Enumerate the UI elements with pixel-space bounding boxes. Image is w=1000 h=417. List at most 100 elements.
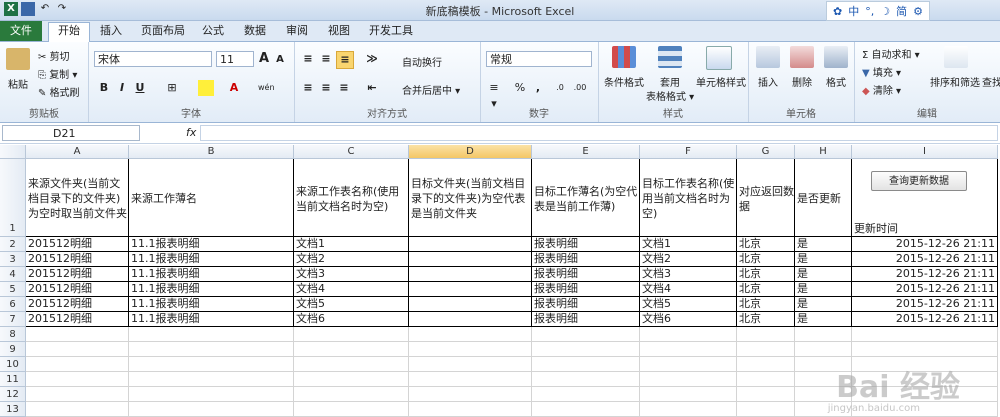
empty-cell[interactable] [795, 342, 852, 357]
data-cell[interactable]: 2015-12-26 21:11 [852, 312, 998, 327]
header-cell[interactable]: 目标文件夹(当前文档目录下的文件夹)为空代表是当前文件夹 [409, 159, 532, 237]
empty-cell[interactable] [852, 342, 998, 357]
column-header-c[interactable]: C [294, 145, 409, 159]
query-update-button[interactable]: 查询更新数据 [871, 171, 967, 191]
data-cell[interactable]: 2015-12-26 21:11 [852, 237, 998, 252]
empty-cell[interactable] [294, 402, 409, 417]
copy-button[interactable]: ⎘ 复制 ▾ [38, 66, 77, 81]
currency-icon[interactable]: ≡ ▾ [486, 80, 502, 110]
data-cell[interactable]: 11.1报表明细 [129, 312, 294, 327]
header-cell[interactable]: 目标工作表名称(使用当前文档名时为空) [640, 159, 737, 237]
increase-decimal-icon[interactable]: .0 [552, 80, 568, 96]
column-header-b[interactable]: B [129, 145, 294, 159]
column-header-f[interactable]: F [640, 145, 737, 159]
tab-page-layout[interactable]: 页面布局 [138, 23, 188, 39]
format-table-label[interactable]: 套用 [660, 74, 680, 89]
italic-button[interactable]: I [114, 80, 130, 96]
data-cell[interactable] [409, 282, 532, 297]
ime-item[interactable]: 中 [848, 3, 859, 19]
empty-cell[interactable] [129, 372, 294, 387]
data-cell[interactable]: 是 [795, 267, 852, 282]
format-table-button[interactable]: 表格格式 ▾ [646, 88, 694, 103]
paste-icon[interactable] [6, 48, 30, 70]
empty-cell[interactable] [852, 327, 998, 342]
tab-file[interactable]: 文件 [0, 21, 42, 41]
empty-cell[interactable] [640, 357, 737, 372]
grow-font-button[interactable]: A [256, 51, 272, 67]
empty-cell[interactable] [737, 402, 795, 417]
row-header[interactable]: 3 [0, 252, 26, 267]
empty-cell[interactable] [26, 387, 129, 402]
empty-cell[interactable] [294, 387, 409, 402]
cell-styles-icon[interactable] [706, 46, 732, 70]
empty-cell[interactable] [129, 342, 294, 357]
empty-cell[interactable] [409, 372, 532, 387]
data-cell[interactable]: 2015-12-26 21:11 [852, 297, 998, 312]
shrink-font-button[interactable]: A [272, 52, 288, 68]
row-header[interactable]: 10 [0, 357, 26, 372]
empty-cell[interactable] [737, 342, 795, 357]
row-header[interactable]: 9 [0, 342, 26, 357]
data-cell[interactable]: 文档1 [294, 237, 409, 252]
cell-styles-button[interactable]: 单元格样式 [696, 74, 746, 89]
data-cell[interactable]: 北京 [737, 252, 795, 267]
conditional-format-button[interactable]: 条件格式 [604, 74, 644, 89]
data-cell[interactable]: 报表明细 [532, 282, 640, 297]
data-cell[interactable] [409, 267, 532, 282]
data-cell[interactable]: 201512明细 [26, 312, 129, 327]
row-header[interactable]: 4 [0, 267, 26, 282]
data-cell[interactable]: 报表明细 [532, 252, 640, 267]
empty-cell[interactable] [409, 387, 532, 402]
delete-cells-button[interactable]: 删除 [792, 74, 812, 89]
row-header[interactable]: 13 [0, 402, 26, 417]
empty-cell[interactable] [129, 357, 294, 372]
conditional-format-icon[interactable] [612, 46, 636, 68]
data-cell[interactable]: 11.1报表明细 [129, 252, 294, 267]
empty-cell[interactable] [26, 342, 129, 357]
data-cell[interactable]: 北京 [737, 267, 795, 282]
empty-cell[interactable] [640, 402, 737, 417]
tab-home[interactable]: 开始 [48, 22, 90, 42]
data-cell[interactable]: 文档3 [294, 267, 409, 282]
ime-toolbar[interactable]: ✿ 中 °, ☽ 简 ⚙ [826, 1, 930, 21]
data-cell[interactable]: 11.1报表明细 [129, 282, 294, 297]
data-cell[interactable]: 文档6 [640, 312, 737, 327]
data-cell[interactable]: 是 [795, 252, 852, 267]
row-header[interactable]: 11 [0, 372, 26, 387]
data-cell[interactable]: 201512明细 [26, 282, 129, 297]
row-header[interactable]: 6 [0, 297, 26, 312]
empty-cell[interactable] [129, 327, 294, 342]
data-cell[interactable]: 文档5 [294, 297, 409, 312]
data-cell[interactable]: 文档6 [294, 312, 409, 327]
column-header-d[interactable]: D [409, 145, 532, 159]
data-cell[interactable]: 北京 [737, 237, 795, 252]
header-cell[interactable]: 来源工作表名称(使用当前文档名时为空) [294, 159, 409, 237]
data-cell[interactable]: 2015-12-26 21:11 [852, 252, 998, 267]
formula-input[interactable] [200, 125, 998, 141]
empty-cell[interactable] [640, 327, 737, 342]
decrease-decimal-icon[interactable]: .00 [572, 80, 588, 96]
empty-cell[interactable] [294, 372, 409, 387]
empty-cell[interactable] [409, 342, 532, 357]
data-cell[interactable]: 201512明细 [26, 297, 129, 312]
empty-cell[interactable] [737, 372, 795, 387]
ime-item[interactable]: ⚙ [913, 5, 923, 18]
data-cell[interactable]: 是 [795, 282, 852, 297]
tab-formulas[interactable]: 公式 [198, 23, 228, 39]
empty-cell[interactable] [532, 342, 640, 357]
column-header-a[interactable]: A [26, 145, 129, 159]
paste-button[interactable]: 粘贴 [8, 76, 28, 91]
column-header-i[interactable]: I [852, 145, 998, 159]
row-header[interactable]: 12 [0, 387, 26, 402]
font-size-select[interactable]: 11 [216, 51, 254, 67]
sort-filter-icon[interactable] [944, 46, 968, 68]
border-icon[interactable]: ⊞ [164, 80, 180, 96]
empty-cell[interactable] [294, 342, 409, 357]
ime-item[interactable]: 简 [896, 3, 907, 19]
data-cell[interactable]: 是 [795, 297, 852, 312]
empty-cell[interactable] [409, 357, 532, 372]
format-cells-button[interactable]: 格式 [826, 74, 846, 89]
fill-color-icon[interactable] [198, 80, 214, 96]
tab-insert[interactable]: 插入 [96, 23, 126, 39]
empty-cell[interactable] [26, 372, 129, 387]
